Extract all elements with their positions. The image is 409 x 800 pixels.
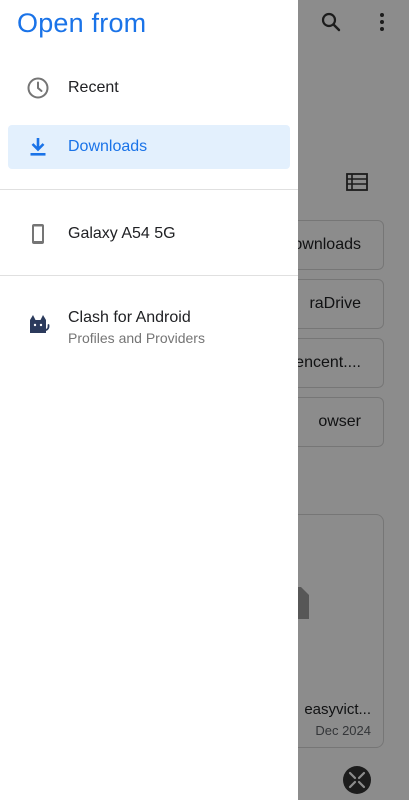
drawer-title: Open from — [17, 8, 147, 38]
download-icon — [30, 138, 46, 156]
cat-icon — [30, 315, 50, 333]
nav-item-galaxy-a54[interactable]: Galaxy A54 5G — [8, 212, 290, 256]
divider — [0, 275, 298, 276]
nav-sublabel: Profiles and Providers — [68, 330, 205, 346]
nav-item-recent[interactable]: Recent — [8, 66, 290, 110]
nav-item-downloads[interactable]: Downloads — [8, 125, 290, 169]
divider — [0, 189, 298, 190]
nav-label: Clash for Android — [68, 309, 191, 326]
nav-item-clash-for-android[interactable]: Clash for Android Profiles and Providers — [8, 296, 290, 352]
nav-label: Downloads — [68, 138, 148, 155]
navigation-drawer: Open from Recent Downloads Galaxy A54 5G — [0, 0, 298, 800]
nav-label: Galaxy A54 5G — [68, 225, 176, 242]
nav-label: Recent — [68, 79, 119, 96]
phone-icon — [32, 224, 44, 244]
clock-icon — [27, 77, 49, 99]
